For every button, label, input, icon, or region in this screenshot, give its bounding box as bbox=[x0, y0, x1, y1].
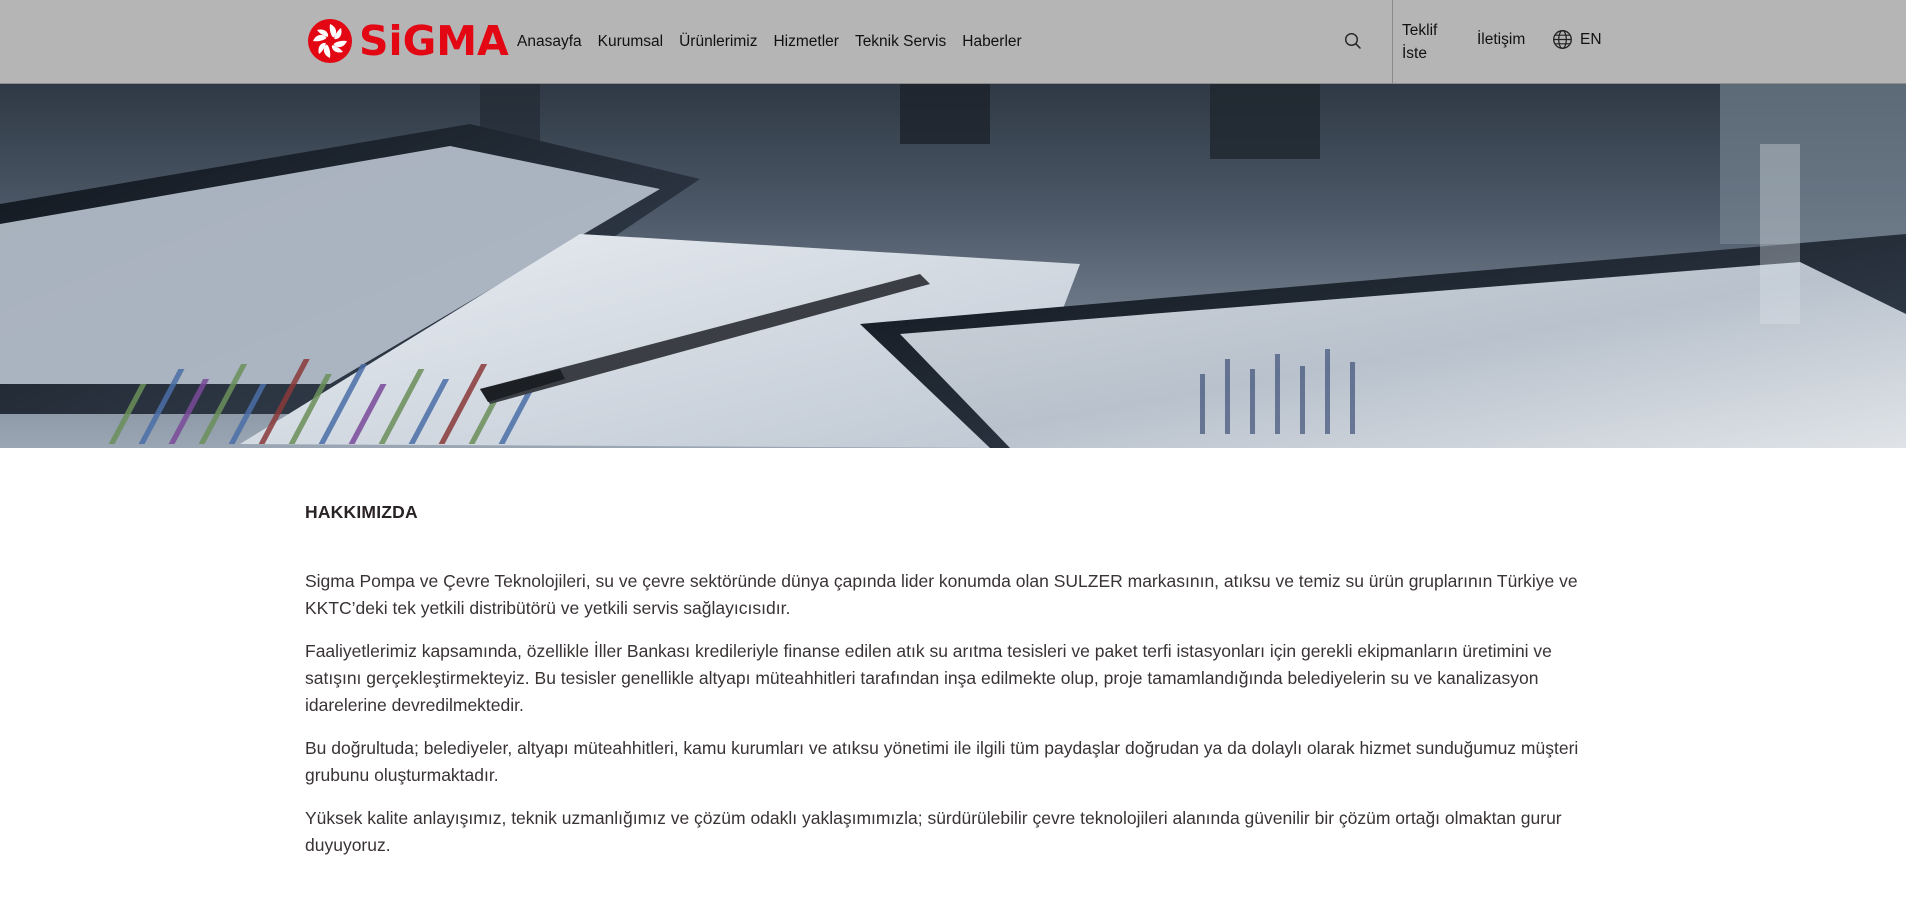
language-switch[interactable]: EN bbox=[1552, 29, 1602, 50]
nav-item-anasayfa[interactable]: Anasayfa bbox=[517, 33, 582, 51]
hero-banner bbox=[0, 84, 1906, 448]
quote-label-line1: Teklif bbox=[1402, 22, 1438, 39]
nav-item-kurumsal[interactable]: Kurumsal bbox=[598, 33, 663, 51]
nav-item-haberler[interactable]: Haberler bbox=[962, 33, 1021, 51]
site-header: SiGMA Anasayfa Kurumsal Ürünlerimiz Hizm… bbox=[0, 0, 1906, 84]
nav-item-urunlerimiz[interactable]: Ürünlerimiz bbox=[679, 33, 757, 51]
about-paragraph: Yüksek kalite anlayışımız, teknik uzmanl… bbox=[305, 808, 1562, 855]
about-paragraphs: Sigma Pompa ve Çevre Teknolojileri, su v… bbox=[305, 568, 1605, 859]
about-paragraph: Sigma Pompa ve Çevre Teknolojileri, su v… bbox=[305, 571, 1578, 618]
header-divider bbox=[1392, 0, 1393, 84]
section-title: HAKKIMIZDA bbox=[305, 502, 418, 522]
contact-link[interactable]: İletişim bbox=[1477, 31, 1525, 49]
banner-image bbox=[0, 84, 1906, 448]
logo-link[interactable]: SiGMA bbox=[307, 16, 509, 66]
main-nav: Anasayfa Kurumsal Ürünlerimiz Hizmetler … bbox=[517, 0, 1038, 84]
sigma-logo-icon bbox=[308, 19, 352, 63]
language-label: EN bbox=[1580, 30, 1602, 48]
nav-item-hizmetler[interactable]: Hizmetler bbox=[773, 33, 838, 51]
about-paragraph: Faaliyetlerimiz kapsamında, özellikle İl… bbox=[305, 641, 1552, 715]
quote-label-line2: İste bbox=[1402, 45, 1427, 62]
search-icon bbox=[1344, 32, 1361, 49]
about-section: HAKKIMIZDA Sigma Pompa ve Çevre Teknoloj… bbox=[305, 502, 1605, 875]
globe-icon bbox=[1553, 30, 1572, 49]
logo-text: SiGMA bbox=[359, 16, 509, 65]
about-paragraph: Bu doğrultuda; belediyeler, altyapı müte… bbox=[305, 738, 1579, 785]
quote-request-link[interactable]: Teklif İste bbox=[1402, 19, 1462, 65]
search-button[interactable] bbox=[1343, 31, 1363, 51]
nav-item-teknik-servis[interactable]: Teknik Servis bbox=[855, 33, 946, 51]
